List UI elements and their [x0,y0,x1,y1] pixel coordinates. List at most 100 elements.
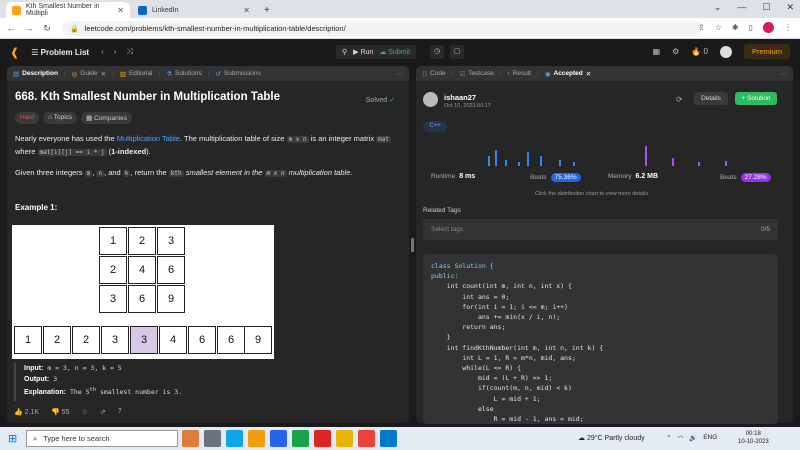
topics-tag[interactable]: ⌂ Topics [43,112,78,124]
code-line: int findKthNumber(int m, int n, int k) { [431,343,604,352]
details-button[interactable]: Details [694,92,728,105]
problem-paragraph-2: Given three integers m, n, and k, return… [15,168,353,177]
share-icon[interactable]: ⇪ [698,23,705,32]
runtime-value: 8 ms [459,173,476,180]
close-tab-icon[interactable]: ✕ [243,6,250,15]
vscode-icon[interactable] [380,430,397,447]
share-result-icon[interactable]: ⟳ [676,95,683,104]
back-icon[interactable]: ← [4,23,18,33]
runtime-bar [495,150,497,166]
clock[interactable]: 00:18 10-10-2023 [738,430,769,446]
browser-actions: ⇪ ☆ ✱ ▯ ⋮ [698,22,792,33]
code-line: ans += min(x / i, n); [431,313,561,322]
new-tab-button[interactable]: + [258,2,274,18]
windows-start-icon[interactable]: ⊞ [8,432,17,445]
multiplication-table-link[interactable]: Multiplication Table [117,134,180,143]
forward-icon[interactable]: → [22,23,36,33]
browser-tab-linkedin[interactable]: LinkedIn ✕ [132,2,256,18]
tab-result[interactable]: › Result [508,70,532,77]
app-icon[interactable] [336,430,353,447]
taskbar-search[interactable]: ⌕ Type here to search [26,430,178,447]
extensions-icon[interactable]: ✱ [732,23,739,32]
profile-avatar[interactable] [763,22,774,33]
distribution-hint: Click the distribution chart to view mor… [535,191,649,197]
language-indicator[interactable]: ENG [703,434,717,442]
user-avatar[interactable] [719,45,732,58]
close-window-icon[interactable]: ✕ [786,2,794,13]
bookmark-star-icon[interactable]: ☆ [715,23,722,32]
settings-gear-icon[interactable]: ⚙ [672,47,679,56]
file-explorer-icon[interactable] [248,430,265,447]
mail-icon[interactable] [270,430,287,447]
inline-code: m x n [264,170,287,177]
layout-icon[interactable]: ▦ [653,47,661,56]
tab-accepted[interactable]: ◉ Accepted ✕ [545,70,591,78]
tab-description[interactable]: ▤ Description [13,70,58,78]
inline-code: m [84,170,93,177]
code-line: int count(int m, int n, int x) { [431,282,572,291]
weather-widget[interactable]: ☁ 29°C Partly cloudy [578,434,645,442]
next-problem-icon[interactable]: › [114,47,117,57]
problem-list-link[interactable]: ☰ Problem List [31,48,89,57]
run-button[interactable]: ▶ Run [353,48,373,56]
maximize-icon[interactable]: ☐ [762,2,770,13]
submitter-name[interactable]: ishaan27 [444,93,476,102]
linkedin-favicon-icon [138,5,147,15]
chrome-active-icon[interactable] [358,430,375,447]
distribution-chart[interactable] [423,142,778,166]
url-field[interactable]: 🔒 leetcode.com/problems/kth-smallest-num… [62,21,702,36]
tab-guide[interactable]: ◎ Guide ✕ [72,70,106,78]
tab-editorial[interactable]: ▥ Editorial [120,70,153,78]
tab-solutions[interactable]: ⚗ Solutions [166,70,202,78]
shuffle-icon[interactable]: ⤨ [126,47,132,57]
prev-problem-icon[interactable]: ‹ [101,47,104,57]
dislike-button[interactable]: 👎 55 [51,408,69,416]
panel-resize-handle[interactable] [411,238,414,252]
text: where [15,147,38,156]
description-icon: ▤ [13,70,20,78]
submit-button[interactable]: ☁ Submit [379,48,410,56]
tray-chevron-icon[interactable]: ⌃ [666,434,671,442]
submitted-code[interactable]: class Solution { public: int count(int m… [423,254,778,424]
sorted-cell: 3 [101,326,129,354]
widget-art-icon[interactable] [182,430,199,447]
grid-cell: 9 [157,285,185,313]
leetcode-logo-icon[interactable]: ❰ [10,46,19,59]
url-text: leetcode.com/problems/kth-smallest-numbe… [84,24,346,33]
app-icon[interactable] [314,430,331,447]
language-badge: C++ [423,121,447,132]
panel-menu-icon[interactable]: ⋯ [397,70,404,78]
debug-icon[interactable]: ⚲ [342,48,347,56]
favorite-star-icon[interactable]: ☆ [82,408,88,416]
premium-button[interactable]: Premium [743,44,790,59]
minimize-icon[interactable]: — [737,2,746,13]
share-link-icon[interactable]: ⇗ [100,408,106,416]
sidepanel-icon[interactable]: ▯ [749,23,753,32]
like-button[interactable]: 👍 2.1K [14,408,39,416]
select-tags-input[interactable]: Select tags 0/5 [423,219,778,240]
task-view-icon[interactable] [204,430,221,447]
edge-browser-icon[interactable] [226,430,243,447]
close-tab-icon[interactable]: ✕ [117,6,124,15]
timer-icon[interactable]: ◷ [430,45,444,59]
problem-tags: Hard ⌂ Topics ▦ Companies [15,112,401,124]
companies-tag[interactable]: ▦ Companies [81,112,132,124]
network-icon[interactable]: ◠ [677,434,683,442]
menu-kebab-icon[interactable]: ⋮ [784,23,792,32]
tab-testcase[interactable]: ☑ Testcase [459,70,493,78]
memory-beats-badge: 27.28% [740,173,771,182]
browser-tab-leetcode[interactable]: Kth Smallest Number in Multipli ✕ [6,2,130,18]
help-icon[interactable]: ? [118,408,122,416]
chrome-icon[interactable] [292,430,309,447]
post-solution-button[interactable]: + Solution [735,92,777,105]
reload-icon[interactable]: ↻ [40,23,54,34]
user-avatar[interactable] [423,92,438,107]
streak-counter[interactable]: 🔥 0 [691,47,708,56]
volume-icon[interactable]: 🔊 [689,434,697,442]
beats-label: Beats [720,174,737,181]
panel-menu-icon[interactable]: ⋯ [781,70,788,78]
dropdown-icon[interactable]: ⌄ [714,2,722,13]
tab-code[interactable]: ⟨⟩ Code [422,70,446,78]
notes-icon[interactable]: ▢ [450,45,464,59]
tab-submissions[interactable]: ↺ Submissions [215,70,260,78]
